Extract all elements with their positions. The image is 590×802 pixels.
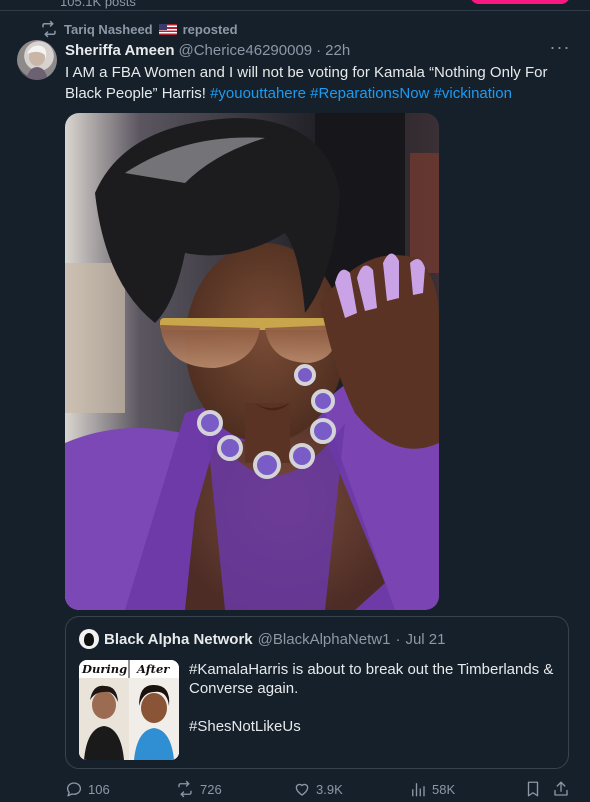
share-icon <box>552 780 570 798</box>
repost-indicator: Tariq Nasheed reposted <box>40 20 238 38</box>
post-header: Sheriffa Ameen @Cherice46290009 · 22h <box>65 40 350 60</box>
thumb-label-after: After <box>137 662 170 676</box>
author-name[interactable]: Sheriffa Ameen <box>65 42 174 59</box>
reply-button[interactable]: 106 <box>65 780 110 798</box>
quote-avatar <box>79 629 99 649</box>
hashtag-link[interactable]: #yououttahere <box>210 85 306 102</box>
quote-text: #KamalaHarris is about to break out the … <box>189 660 559 736</box>
repost-suffix: reposted <box>182 21 238 37</box>
quote-date: Jul 21 <box>405 630 446 648</box>
profile-header-strip: 105.1K posts <box>0 0 590 11</box>
bookmark-button[interactable] <box>524 780 542 798</box>
retweet-button[interactable]: 726 <box>175 780 222 798</box>
views-button[interactable]: 58K <box>409 780 455 798</box>
thumb-label-during: During <box>82 662 128 676</box>
post-photo[interactable] <box>65 113 439 610</box>
quote-author-handle: @BlackAlphaNetw1 <box>257 630 391 648</box>
like-count: 3.9K <box>316 781 343 797</box>
us-flag-icon <box>158 23 177 35</box>
header-separator: · <box>316 41 322 59</box>
quote-author-name: Black Alpha Network <box>104 630 253 648</box>
reply-icon <box>65 780 83 798</box>
author-handle[interactable]: @Cherice46290009 <box>178 42 312 59</box>
reply-count: 106 <box>88 781 110 797</box>
post-text: I AM a FBA Women and I will not be votin… <box>65 62 565 104</box>
more-icon[interactable]: ··· <box>548 38 572 62</box>
reposter-link[interactable]: Tariq Nasheed <box>64 22 153 37</box>
quote-header: Black Alpha Network @BlackAlphaNetw1 · J… <box>79 629 445 649</box>
share-button[interactable] <box>552 780 570 798</box>
follow-button[interactable] <box>470 0 570 4</box>
quote-thumbnail: During After <box>79 660 179 760</box>
quote-hashtag: #ShesNotLikeUs <box>189 718 301 735</box>
quoted-post[interactable]: Black Alpha Network @BlackAlphaNetw1 · J… <box>65 616 569 769</box>
heart-icon <box>293 780 311 798</box>
repost-icon <box>40 20 58 38</box>
posts-count: 105.1K posts <box>60 0 136 9</box>
retweet-icon <box>175 780 195 798</box>
quote-text-line: #KamalaHarris is about to break out the … <box>189 661 554 697</box>
action-bar: 106 726 3.9K 58K <box>65 780 570 802</box>
hashtag-link[interactable]: #ReparationsNow <box>310 85 429 102</box>
views-count: 58K <box>432 781 456 797</box>
author-avatar[interactable] <box>17 40 57 80</box>
retweet-count: 726 <box>200 781 222 797</box>
hashtag-link[interactable]: #vickination <box>434 85 512 102</box>
reposter-name: Tariq Nasheed <box>64 21 153 37</box>
views-icon <box>409 780 427 798</box>
quote-separator: · <box>395 630 401 648</box>
like-button[interactable]: 3.9K <box>293 780 343 798</box>
bookmark-icon <box>524 780 542 798</box>
post-time[interactable]: 22h <box>325 42 350 59</box>
